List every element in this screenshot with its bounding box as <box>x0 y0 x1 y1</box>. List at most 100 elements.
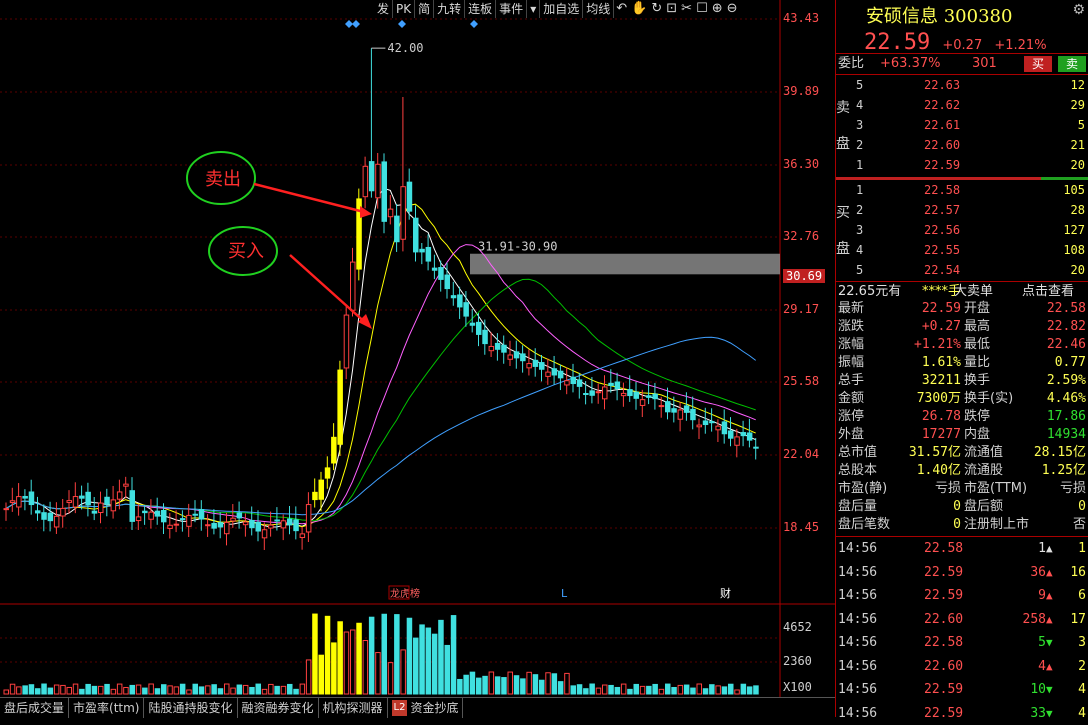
kline-chart[interactable]: 42.00 31.91-30.90 卖出买入龙虎榜 L 财 <box>0 0 835 717</box>
tb-shijian-button[interactable]: 事件 <box>496 0 528 18</box>
tb-add-watch-button[interactable]: 加自选 <box>540 0 584 18</box>
candle <box>406 181 413 212</box>
order-ratio-num: 301 <box>972 56 997 71</box>
undo-icon[interactable]: ↶ <box>614 0 629 18</box>
level-volume: 105 <box>1063 183 1085 197</box>
volume-bar <box>413 637 419 695</box>
ask-side-label-2: 盘 <box>836 136 850 152</box>
candle <box>47 512 54 522</box>
bids-row[interactable]: 4 22.55 108 <box>854 241 1087 260</box>
candle <box>85 491 91 506</box>
candle <box>381 161 387 222</box>
tab-bottom-fishing[interactable]: L2 资金抄底 <box>388 698 464 718</box>
volume-bar <box>608 684 614 695</box>
band-label: 31.91-30.90 <box>478 240 557 254</box>
level-volume: 28 <box>1070 203 1085 217</box>
kline-chart-area[interactable]: 42.00 31.91-30.90 卖出 买入 龙虎榜 L 财 发 PK 简九转 连板 事件 ▾ 加自选… <box>0 0 835 718</box>
big-order-ticker[interactable]: 22.65元有 ****手 大卖单 点击查看 <box>836 281 1088 301</box>
volume-bar <box>255 683 261 695</box>
zoom-in-icon[interactable]: ⊕ <box>710 0 725 18</box>
volume-bar <box>520 678 526 695</box>
ma60-line <box>5 336 757 516</box>
asks-row[interactable]: 5 22.63 12 <box>854 76 1087 95</box>
chevron-down-icon[interactable]: ▾ <box>527 0 541 18</box>
candle <box>715 425 721 431</box>
arrow-down-icon: ▼ <box>1046 636 1053 649</box>
candle <box>53 515 60 528</box>
stat-label: 流通股 <box>964 463 1004 478</box>
trade-price: 22.58 <box>924 541 964 556</box>
window-icon[interactable]: ☐ <box>694 0 710 18</box>
stat-label: 涨跌 <box>838 319 865 334</box>
buy-button[interactable]: 买 <box>1024 56 1052 72</box>
candle <box>362 165 369 198</box>
stat-row: 金额 7300万 换手(实) 4.46% <box>836 390 1088 407</box>
trade-time: 14:56 <box>838 611 878 627</box>
stat-row: 总股本 1.40亿 流通股 1.25亿 <box>836 462 1088 479</box>
frame-icon[interactable]: ⊡ <box>664 0 679 18</box>
trade-time: 14:56 <box>838 541 878 556</box>
candle <box>513 351 520 359</box>
ask-book: 卖 盘 5 22.63 12 4 22.62 29 3 22.61 5 2 22.60 21 1 22.5… <box>836 76 1088 176</box>
bids-row[interactable]: 2 22.57 28 <box>854 201 1087 220</box>
candle <box>9 500 16 503</box>
tb-jiuzhuan-button[interactable]: 九转 <box>434 0 466 18</box>
gear-icon[interactable]: ⚙ <box>1072 2 1085 18</box>
tb-ma-button[interactable]: 均线 <box>583 0 615 18</box>
candle <box>173 523 180 526</box>
tab-pe-ttm[interactable]: 市盈率(ttm) <box>69 698 145 718</box>
hand-icon[interactable]: ✋ <box>629 0 649 18</box>
volume-bar <box>261 688 268 695</box>
trade-price: 22.59 <box>924 588 964 603</box>
volume-bar <box>677 684 684 695</box>
tab-margin-change[interactable]: 融资融券变化 <box>238 698 319 718</box>
volume-bar <box>375 652 381 695</box>
trade-list[interactable]: 14:56 22.58 1 ▲ 1 14:56 22.59 36 ▲ 16 14:56 22.59 9 ▲… <box>836 536 1088 721</box>
trade-time: 14:56 <box>838 635 878 650</box>
candle <box>652 393 658 400</box>
volume-bar <box>343 631 350 695</box>
refresh-icon[interactable]: ↻ <box>649 0 664 18</box>
candle <box>658 405 665 408</box>
volume-bar <box>331 642 337 695</box>
candle <box>463 302 469 317</box>
bids-row[interactable]: 3 22.56 127 <box>854 221 1087 240</box>
resistance-band <box>470 253 780 275</box>
sell-button[interactable]: 卖 <box>1058 56 1086 72</box>
stat-value: 1.40亿 <box>916 463 961 478</box>
level: 1 <box>856 183 864 197</box>
level-price: 22.62 <box>924 98 961 112</box>
volume-bar <box>211 684 217 695</box>
zoom-out-icon[interactable]: ⊖ <box>725 0 740 18</box>
bids-row[interactable]: 5 22.54 20 <box>854 261 1087 280</box>
level-price: 22.55 <box>924 243 961 257</box>
trade-volume: 33 <box>1030 705 1046 721</box>
asks-row[interactable]: 2 22.60 21 <box>854 136 1087 155</box>
stat-label: 最新 <box>838 301 865 316</box>
scissors-icon[interactable]: ✂ <box>679 0 694 18</box>
tab-after-hours-volume[interactable]: 盘后成交量 <box>0 698 70 718</box>
ticker-link[interactable]: 点击查看 <box>1022 282 1074 301</box>
bid-book: 买 盘 1 22.58 105 2 22.57 28 3 22.56 127 4 22.55 108 5… <box>836 181 1088 281</box>
sell-label: 卖出 <box>205 169 241 190</box>
stat-value: +0.27 <box>921 319 961 334</box>
volume-bar <box>501 677 507 695</box>
candle <box>639 399 646 406</box>
volume-bar <box>110 688 117 695</box>
price-axis-label: 18.45 <box>783 520 820 534</box>
asks-row[interactable]: 3 22.61 5 <box>854 116 1087 135</box>
bids-row[interactable]: 1 22.58 105 <box>854 181 1087 200</box>
candle <box>280 520 287 529</box>
volume-bar <box>665 683 671 695</box>
asks-row[interactable]: 1 22.59 20 <box>854 156 1087 175</box>
level: 4 <box>856 98 864 112</box>
tb-pk-button[interactable]: PK <box>393 0 416 18</box>
tb-lianban-button[interactable]: 连板 <box>465 0 497 18</box>
asks-row[interactable]: 4 22.62 29 <box>854 96 1087 115</box>
tab-institution-detector[interactable]: 机构探测器 <box>319 698 388 718</box>
volume-axis-label: 4652 <box>783 620 812 634</box>
tab-northbound-holding[interactable]: 陆股通持股变化 <box>144 698 238 718</box>
tb-fa-button[interactable]: 发 <box>374 0 394 18</box>
order-ratio-pct: +63.37% <box>880 56 941 71</box>
tb-jian-button[interactable]: 简 <box>415 0 435 18</box>
